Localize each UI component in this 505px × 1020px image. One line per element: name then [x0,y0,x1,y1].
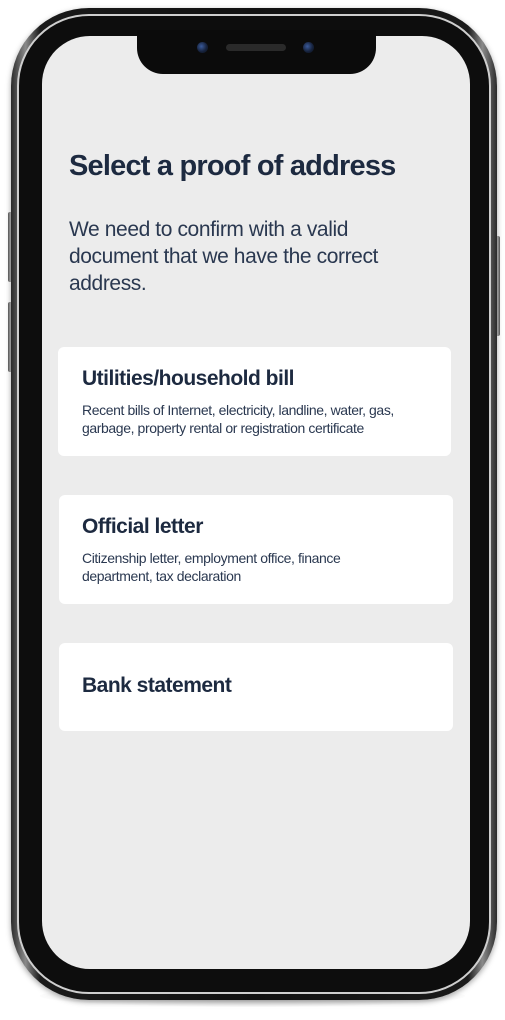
option-title: Official letter [82,515,203,538]
proof-of-address-screen: Select a proof of address We need to con… [42,36,470,969]
front-camera-icon [197,42,208,53]
phone-notch [137,30,376,74]
page-subtitle: We need to confirm with a valid document… [69,218,378,295]
option-card-utilities-bill[interactable]: Utilities/household bill Recent bills of… [58,347,451,456]
option-card-official-letter[interactable]: Official letter Citizenship letter, empl… [59,495,453,604]
option-title: Utilities/household bill [82,367,295,390]
earpiece-speaker [226,44,286,51]
phone-mockup: Select a proof of address We need to con… [0,0,505,1020]
sensor-icon [303,42,314,53]
option-description: Citizenship letter, employment office, f… [82,550,341,584]
option-card-bank-statement[interactable]: Bank statement [59,643,453,731]
option-title: Bank statement [82,674,232,697]
option-description: Recent bills of Internet, electricity, l… [82,402,394,436]
phone-screen: Select a proof of address We need to con… [42,36,470,969]
page-title: Select a proof of address [69,150,396,182]
